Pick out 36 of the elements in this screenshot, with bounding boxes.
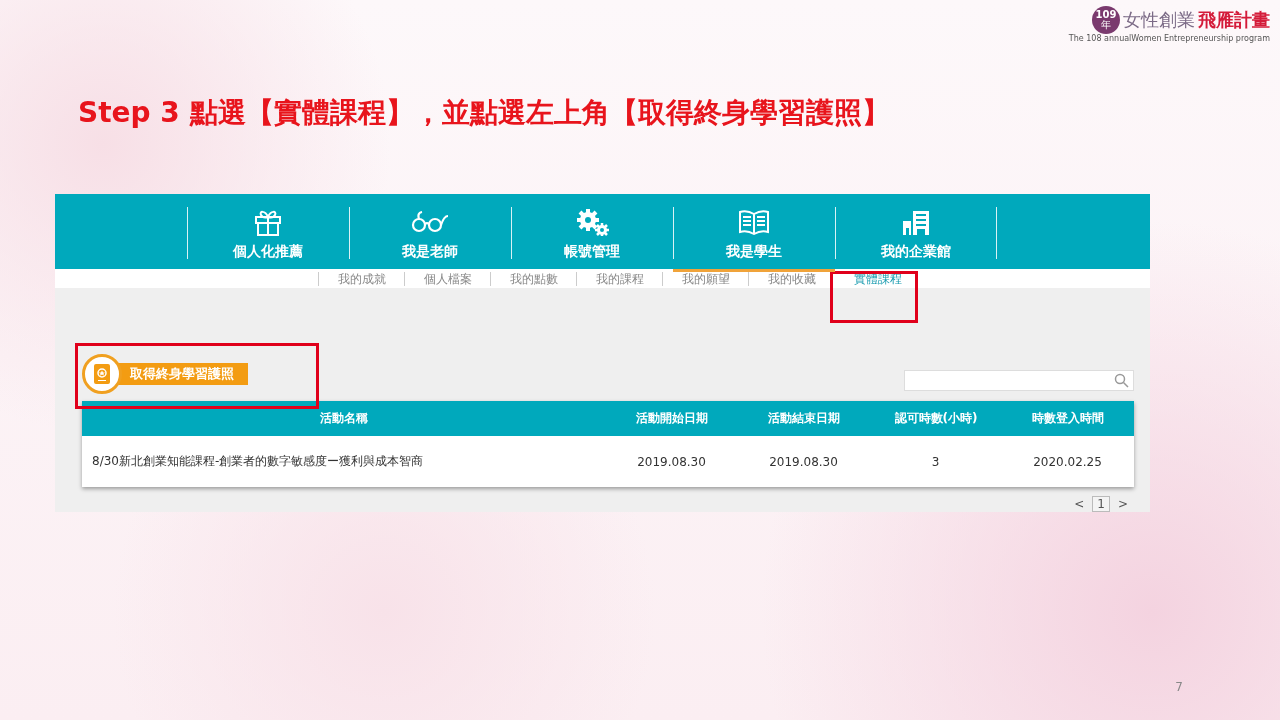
sub-nav-tab[interactable]: 我的點數: [510, 271, 558, 286]
building-icon: [901, 209, 931, 235]
glasses-icon: [410, 211, 450, 233]
sub-nav-tab[interactable]: 我的收藏: [768, 271, 816, 286]
search-field[interactable]: [904, 370, 1134, 391]
sub-nav-tab[interactable]: 我的課程: [596, 271, 644, 286]
column-header: 活動名稱: [82, 401, 606, 436]
table-cell: 8/30新北創業知能課程-創業者的數字敏感度ー獲利與成本智商: [82, 436, 606, 487]
gears-icon: [575, 208, 609, 236]
logo-subtitle: The 108 annualWomen Entrepreneurship program: [1068, 34, 1270, 43]
column-header: 活動結束日期: [738, 401, 870, 436]
table-cell: 2020.02.25: [1002, 436, 1134, 487]
search-icon: [1114, 373, 1129, 388]
passport-button[interactable]: 取得終身學習護照: [82, 354, 248, 394]
sub-nav-tab[interactable]: 實體課程: [854, 271, 902, 286]
table-cell: 2019.08.30: [606, 436, 738, 487]
sub-nav-tab[interactable]: 我的成就: [338, 271, 386, 286]
passport-icon: [94, 364, 110, 384]
page-number-label: 7: [1175, 680, 1183, 694]
gift-icon: [253, 208, 283, 236]
sub-nav-tab[interactable]: 我的願望: [682, 271, 730, 286]
slide-title: Step 3 點選【實體課程】，並點選左上角【取得終身學習護照】: [78, 95, 891, 131]
sub-nav-tab[interactable]: 個人檔案: [424, 271, 472, 286]
logo-title: 女性創業: [1123, 11, 1195, 29]
logo-title-accent: 飛雁計畫: [1198, 11, 1270, 29]
table-cell: 2019.08.30: [738, 436, 870, 487]
open-book-icon: [738, 209, 770, 235]
page-number[interactable]: 1: [1092, 496, 1110, 512]
previous-page-link[interactable]: <: [1074, 497, 1085, 511]
column-header: 時數登入時間: [1002, 401, 1134, 436]
column-header: 認可時數(小時): [870, 401, 1002, 436]
logo-badge: 109 年: [1092, 6, 1120, 34]
nav-item[interactable]: 我是學生: [673, 207, 835, 272]
table-cell: 3: [870, 436, 1002, 487]
next-page-link[interactable]: >: [1117, 497, 1128, 511]
column-header: 活動開始日期: [606, 401, 738, 436]
